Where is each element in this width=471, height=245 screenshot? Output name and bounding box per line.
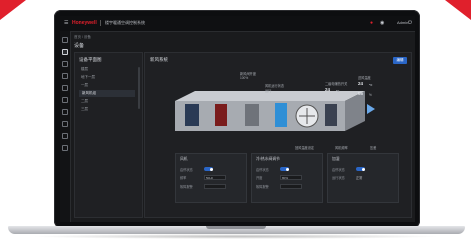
- row-label: 频率: [180, 176, 187, 180]
- main-panel: 新风系统 编辑 初效过滤 正常 新风阀开度 100% 风机运行状态 运行 二级电…: [144, 52, 412, 218]
- app-title: 楼宇暖通空调控制系统: [105, 20, 145, 25]
- calendar-icon[interactable]: [62, 85, 68, 91]
- card-title: 风机: [180, 157, 188, 161]
- humidifier-card: 加湿 启停状态 运行状态 正常: [327, 153, 399, 203]
- card-title: 加湿: [332, 157, 340, 161]
- tree-scrollbar[interactable]: [138, 67, 140, 109]
- device-tree-panel: 设备平面图 楼层 地下一层 一层 新风机组 二层 三层: [74, 52, 143, 218]
- fan-freq-input[interactable]: 50Hz: [204, 175, 226, 180]
- supply-temp-value: 24: [358, 81, 364, 86]
- brand-logo: Honeywell: [72, 20, 97, 26]
- tree-item[interactable]: 地下一层: [81, 75, 95, 80]
- fan-alarm-input[interactable]: [204, 184, 226, 189]
- row-label: 启停状态: [180, 168, 193, 172]
- tree-item[interactable]: 楼层: [81, 67, 88, 72]
- alarm-list-icon[interactable]: [62, 73, 68, 79]
- home-icon[interactable]: [62, 37, 68, 43]
- edit-button[interactable]: 编辑: [393, 57, 407, 64]
- tree-item[interactable]: 三层: [81, 107, 88, 112]
- row-label: 运行状态: [332, 176, 345, 180]
- divider: [100, 20, 101, 26]
- red-corner-decoration-right: [445, 0, 471, 20]
- chiller-value: 24: [325, 87, 331, 92]
- main-title: 新风系统: [150, 57, 168, 62]
- pressure-label: 压差: [370, 146, 377, 150]
- laptop-screen: ☰ Honeywell 楼宇暖通空调控制系统 ● ◉ Admin ⏻ 首页 / …: [60, 16, 415, 222]
- fan-toggle[interactable]: [204, 167, 213, 171]
- red-corner-decoration-left: [0, 0, 26, 20]
- row-label: 故障报警: [256, 185, 269, 189]
- laptop-shadow: [30, 234, 441, 239]
- card-title: 冷/热水阀调节: [256, 157, 280, 161]
- row-label: 启停状态: [332, 168, 345, 172]
- supply-hum-unit: %: [369, 93, 372, 97]
- valve-toggle[interactable]: [280, 167, 289, 171]
- avatar[interactable]: ◉: [380, 20, 384, 26]
- laptop-notch: [206, 226, 266, 229]
- chiller-unit: ℃: [336, 89, 340, 93]
- supply-temp-unit: ℃: [369, 83, 373, 87]
- valve-open-input[interactable]: 80%: [280, 175, 302, 180]
- return-temp-label: 回风温度设定: [295, 146, 315, 150]
- settings-icon[interactable]: [62, 133, 68, 139]
- power-icon[interactable]: ⏻: [408, 20, 412, 26]
- valve-card: 冷/热水阀调节 启停状态 开度 80% 故障报警: [251, 153, 323, 203]
- chiller-label: 二级电辅热开关: [325, 82, 348, 86]
- fan-card: 风机 启停状态 频率 50Hz 故障报警: [175, 153, 247, 203]
- user-name[interactable]: Admin: [397, 20, 408, 25]
- top-bar: ☰ Honeywell 楼宇暖通空调控制系统 ● ◉ Admin ⏻: [60, 16, 415, 32]
- user-icon[interactable]: [62, 121, 68, 127]
- row-label: 开度: [256, 176, 263, 180]
- supply-hum-value: 56: [358, 91, 364, 96]
- tree-item[interactable]: 一层: [81, 83, 88, 88]
- tree-item[interactable]: 二层: [81, 99, 88, 104]
- device-icon[interactable]: [62, 49, 68, 55]
- valve-value: 100%: [240, 76, 249, 80]
- icon-rail: [60, 31, 71, 222]
- help-icon[interactable]: [62, 145, 68, 151]
- row-label: 启停状态: [256, 168, 269, 172]
- tree-title: 设备平面图: [79, 57, 102, 62]
- freq-label: 风机频率: [335, 146, 348, 150]
- humidifier-status: 正常: [356, 176, 363, 180]
- breadcrumb[interactable]: 首页 / 设备: [74, 35, 91, 40]
- row-label: 故障报警: [180, 185, 193, 189]
- report-icon[interactable]: [62, 109, 68, 115]
- energy-icon[interactable]: [62, 97, 68, 103]
- humidifier-toggle[interactable]: [356, 167, 365, 171]
- supply-temp-label: 送风温度: [358, 76, 371, 80]
- alarm-icon[interactable]: ●: [370, 20, 373, 26]
- valve-alarm-input[interactable]: [280, 184, 302, 189]
- chart-icon[interactable]: [62, 61, 68, 67]
- menu-icon[interactable]: ☰: [64, 20, 68, 26]
- fan-value: 运行: [265, 89, 272, 93]
- page-title: 设备: [74, 43, 85, 49]
- tree-item-selected[interactable]: 新风机组: [79, 90, 135, 97]
